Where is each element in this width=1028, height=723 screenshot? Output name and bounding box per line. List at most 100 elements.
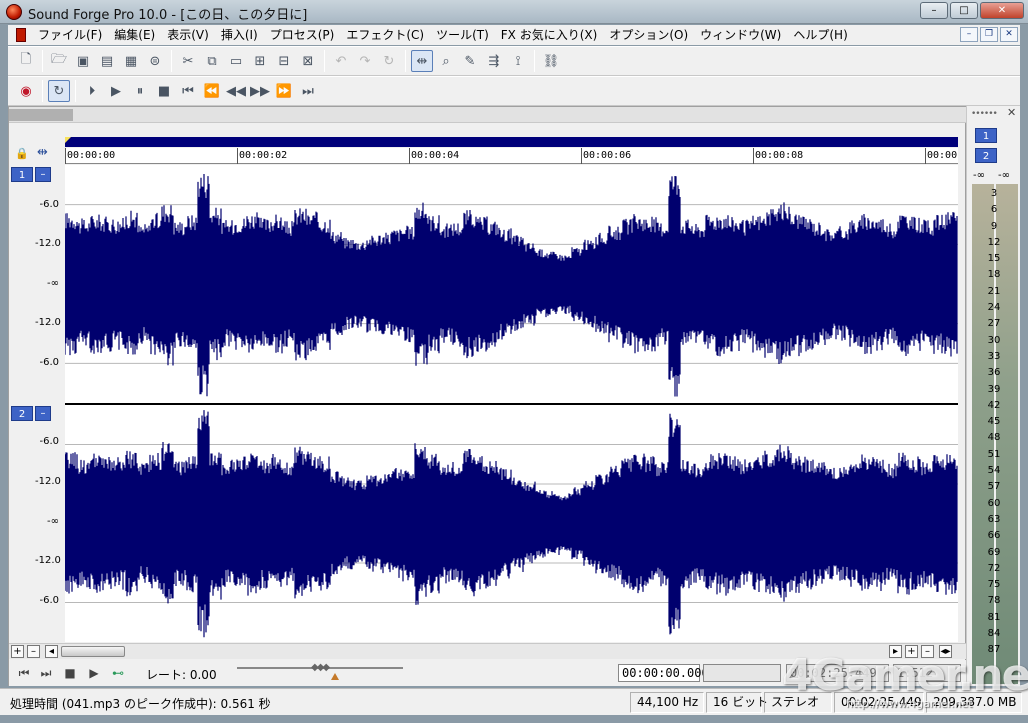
db-label: -6.0	[39, 357, 59, 368]
ruler-label: 00:00:06	[583, 150, 632, 161]
overview-bar[interactable]	[65, 137, 958, 147]
selection-end-field[interactable]	[703, 664, 781, 682]
menu-insert[interactable]: 挿入(I)	[215, 25, 264, 45]
menu-edit[interactable]: 編集(E)	[108, 25, 161, 45]
meter-scale-label: 18	[987, 269, 1001, 281]
crossfade-icon[interactable]: ⊟	[273, 50, 295, 72]
status-message: 処理時間 (041.mp3 のピーク作成中): 0.561 秒	[10, 697, 271, 711]
loop-icon[interactable]: ↻	[48, 80, 70, 102]
mix-icon[interactable]: ⊞	[249, 50, 271, 72]
meter-scale-label: 69	[987, 546, 1001, 558]
separator	[42, 80, 43, 102]
scroll-left-button[interactable]: ◂	[45, 645, 58, 658]
play-icon[interactable]: ▶	[105, 80, 127, 102]
meter-scale-label: 81	[987, 611, 1001, 623]
separator	[405, 50, 406, 72]
forward-icon[interactable]: ▶▶	[249, 80, 271, 102]
meter-channel-1-button[interactable]: 1	[975, 128, 997, 143]
cut-icon[interactable]: ✂	[177, 50, 199, 72]
rate-slider-knob-icon[interactable]: ◆◆◆	[311, 662, 330, 673]
render-icon[interactable]: ⊜	[144, 50, 166, 72]
document-window-controls: – ❐ ✕	[960, 27, 1018, 42]
sample-rate-cell[interactable]: 44,100 Hz	[630, 692, 704, 713]
bit-depth-cell[interactable]: 16 ビット	[706, 692, 768, 713]
zoom-out-vertical-button[interactable]: –	[27, 645, 40, 658]
time-ruler[interactable]: 00:00:00 00:00:02 00:00:04 00:00:06 00:0…	[65, 148, 958, 164]
envelope-tool-icon[interactable]: ⟟	[507, 50, 529, 72]
menu-help[interactable]: ヘルプ(H)	[787, 25, 853, 45]
menu-window[interactable]: ウィンドウ(W)	[694, 25, 787, 45]
repeat-icon[interactable]: ↻	[378, 50, 400, 72]
paste-icon[interactable]: ▭	[225, 50, 247, 72]
meter-scale-label: 6	[990, 204, 998, 216]
channel-2-minimize-button[interactable]: –	[35, 406, 51, 421]
edit-tool-icon[interactable]: ⇹	[411, 50, 433, 72]
plugin-chain-icon[interactable]: ⛓	[540, 50, 562, 72]
next-marker-icon[interactable]: ⏩	[273, 80, 295, 102]
meter-channel-2-button[interactable]: 2	[975, 148, 997, 163]
meter-close-button[interactable]: ✕	[1007, 106, 1016, 119]
panel-grip[interactable]: ••••••	[971, 109, 998, 119]
meter-scale-label: 9	[990, 220, 998, 232]
close-button[interactable]: ✕	[980, 2, 1024, 19]
channel-2-button[interactable]: 2	[11, 406, 33, 421]
ruler-tick	[925, 148, 926, 164]
undo-icon[interactable]: ↶	[330, 50, 352, 72]
pencil-tool-icon[interactable]: ✎	[459, 50, 481, 72]
channel-1-minimize-button[interactable]: –	[35, 167, 51, 182]
copy-icon[interactable]: ⧉	[201, 50, 223, 72]
snap-icon[interactable]: ⇹	[37, 145, 48, 160]
zoom-in-vertical-button[interactable]: +	[11, 645, 24, 658]
open-folder-icon[interactable]: 🗁	[48, 50, 70, 72]
channel-1-waveform[interactable]	[65, 165, 958, 403]
pause-icon[interactable]: ⏸	[129, 80, 151, 102]
save-as-icon[interactable]: ▤	[96, 50, 118, 72]
event-tool-icon[interactable]: ⇶	[483, 50, 505, 72]
play-icon[interactable]: ▶	[85, 665, 103, 681]
save-all-icon[interactable]: ▦	[120, 50, 142, 72]
doc-close-button[interactable]: ✕	[1000, 27, 1018, 42]
menu-view[interactable]: 表示(V)	[161, 25, 215, 45]
doc-restore-button[interactable]: ❐	[980, 27, 998, 42]
new-file-icon[interactable]: 🗋	[15, 50, 37, 72]
app-icon[interactable]	[6, 4, 22, 20]
rewind-icon[interactable]: ◀◀	[225, 80, 247, 102]
db-label: -12.0	[35, 555, 61, 566]
menu-options[interactable]: オプション(O)	[603, 25, 694, 45]
document-icon[interactable]	[16, 28, 26, 42]
ruler-tick	[409, 148, 410, 164]
menu-fx-favorites[interactable]: FX お気に入り(X)	[495, 25, 604, 45]
play-meter-panel: •••••• ✕ 1 2 -∞ -∞ 3 6 9 12 15 18 21 24 27 30 33 36…	[966, 106, 1020, 686]
play-as-sample-icon[interactable]: ⊷	[109, 665, 127, 681]
stop-icon[interactable]: ■	[61, 665, 79, 681]
menu-file[interactable]: ファイル(F)	[32, 25, 108, 45]
go-to-end-icon[interactable]: ⏭	[297, 80, 319, 102]
go-to-end-icon[interactable]: ⏭	[37, 665, 55, 681]
menu-process[interactable]: プロセス(P)	[264, 25, 341, 45]
overview-thumb[interactable]	[9, 109, 73, 121]
go-to-start-icon[interactable]: ⏮	[15, 665, 33, 681]
overview-strip[interactable]	[9, 107, 967, 123]
menu-effects[interactable]: エフェクト(C)	[340, 25, 430, 45]
stop-icon[interactable]: ■	[153, 80, 175, 102]
trim-icon[interactable]: ⊠	[297, 50, 319, 72]
lock-icon[interactable]: 🔒	[15, 147, 29, 160]
maximize-button[interactable]: □	[950, 2, 978, 19]
menu-tools[interactable]: ツール(T)	[430, 25, 495, 45]
doc-minimize-button[interactable]: –	[960, 27, 978, 42]
play-all-icon[interactable]: ⏵	[81, 80, 103, 102]
channel-1-button[interactable]: 1	[11, 167, 33, 182]
record-icon[interactable]: ◉	[15, 80, 37, 102]
db-label: -12.0	[35, 317, 61, 328]
redo-icon[interactable]: ↷	[354, 50, 376, 72]
ruler-label: 00:00:02	[239, 150, 288, 161]
horizontal-scrollbar-thumb[interactable]	[61, 646, 125, 657]
previous-marker-icon[interactable]: ⏪	[201, 80, 223, 102]
minimize-button[interactable]: –	[920, 2, 948, 19]
save-icon[interactable]: ▣	[72, 50, 94, 72]
magnify-tool-icon[interactable]: ⌕	[435, 50, 457, 72]
cursor-position-field[interactable]: 00:00:00.000	[618, 664, 709, 682]
channel-2-waveform[interactable]	[65, 405, 958, 642]
playhead-marker[interactable]	[65, 137, 71, 143]
go-to-start-icon[interactable]: ⏮	[177, 80, 199, 102]
